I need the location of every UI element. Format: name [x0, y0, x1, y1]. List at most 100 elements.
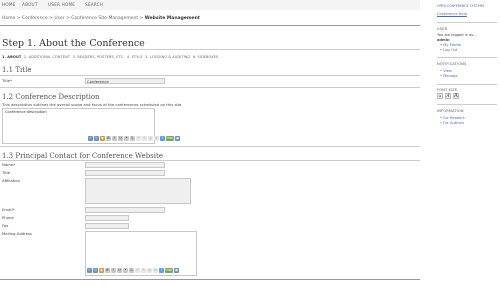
sidebar-for-authors-link[interactable]: • For Authors	[440, 121, 464, 125]
redo-icon[interactable]: ↷	[141, 267, 146, 273]
sidebar-ocs-link[interactable]: OPEN CONFERENCE SYSTEMS	[437, 4, 484, 8]
font-size-medium-button[interactable]: A	[445, 93, 451, 99]
sidebar-divider	[437, 84, 497, 85]
description-editor-value: Conference description	[5, 110, 47, 114]
bold-icon[interactable]: B	[105, 267, 110, 273]
description-editor-toolbar: ✂ ⎘ 📋 B I U • 1. ↶ ↷ ◎ ⊘? HTML ▣	[88, 135, 180, 141]
nav-user-home[interactable]: USER HOME	[48, 2, 75, 7]
help-icon[interactable]: ?	[159, 267, 164, 273]
undo-icon[interactable]: ↶	[135, 267, 140, 273]
step-logging-auditing[interactable]: 5. LOGGING & AUDITING	[145, 55, 190, 59]
sidebar-divider	[437, 104, 497, 105]
nav-search[interactable]: SEARCH	[85, 2, 103, 7]
contact-mailing-address-label: Mailing Address	[2, 231, 32, 236]
title-label: Title*	[2, 78, 13, 83]
copy-icon[interactable]: ⎘	[94, 135, 99, 141]
sidebar-font-size-heading: FONT SIZE	[437, 88, 458, 92]
contact-phone-input[interactable]	[85, 215, 129, 221]
divider	[0, 87, 420, 88]
nav-about[interactable]: ABOUT	[22, 2, 38, 7]
image-icon[interactable]: ▣	[175, 135, 180, 141]
italic-icon[interactable]: I	[111, 267, 116, 273]
sidebar-for-readers-link[interactable]: • For Readers	[440, 116, 465, 120]
undo-icon[interactable]: ↶	[136, 135, 141, 141]
page-title: Step 1. About the Conference	[2, 38, 145, 49]
numbered-list-icon[interactable]: 1.	[129, 267, 134, 273]
font-size-small-button[interactable]: A	[437, 93, 443, 99]
step-navigation: 1. ABOUT 2. ADDITIONAL CONTENT 3. READER…	[2, 55, 218, 59]
divider	[0, 49, 420, 50]
section-description-heading: 1.2 Conference Description	[2, 93, 100, 101]
cut-icon[interactable]: ✂	[88, 135, 93, 141]
sidebar-divider	[437, 57, 497, 58]
mailing-address-editor-toolbar: ✂ ⎘ 📋 B I U • 1. ↶ ↷ ◎ ⊘? HTML ▣	[87, 267, 179, 273]
sidebar-notifications-view-link[interactable]: • View	[440, 69, 452, 73]
nav-home[interactable]: HOME	[2, 2, 16, 7]
divider	[0, 75, 420, 76]
title-input-value: Conference	[87, 79, 109, 84]
divider	[0, 160, 420, 161]
contact-fax-input[interactable]	[85, 223, 129, 229]
unlink-icon[interactable]: ⊘	[154, 135, 159, 141]
divider	[0, 279, 420, 280]
section-title-heading: 1.1 Title	[2, 66, 32, 74]
breadcrumb-current[interactable]: Website Management	[145, 16, 200, 21]
breadcrumb-conference[interactable]: Conference	[22, 16, 48, 21]
breadcrumb-separator: >	[139, 16, 144, 21]
sidebar: OPEN CONFERENCE SYSTEMS Conference Help …	[437, 0, 500, 285]
contact-title-input[interactable]	[85, 170, 165, 176]
sidebar-username: admin	[437, 38, 450, 42]
underline-icon[interactable]: U	[117, 267, 122, 273]
title-input[interactable]: Conference	[85, 78, 165, 84]
divider	[0, 146, 420, 147]
sidebar-my-profile-link[interactable]: • My Profile	[440, 43, 461, 47]
step-about[interactable]: 1. ABOUT	[2, 55, 21, 59]
help-icon[interactable]: ?	[160, 135, 165, 141]
bold-icon[interactable]: B	[106, 135, 111, 141]
contact-email-label: Email*	[2, 207, 15, 212]
step-style[interactable]: 4. STYLE	[127, 55, 143, 59]
numbered-list-icon[interactable]: 1.	[130, 135, 135, 141]
cut-icon[interactable]: ✂	[87, 267, 92, 273]
link-icon[interactable]: ◎	[148, 135, 153, 141]
image-icon[interactable]: ▣	[174, 267, 179, 273]
sidebar-divider	[437, 22, 497, 23]
unlink-icon[interactable]: ⊘	[153, 267, 158, 273]
sidebar-log-out-link[interactable]: • Log Out	[440, 48, 457, 52]
contact-name-label: Name*	[2, 162, 16, 167]
contact-affiliation-input[interactable]	[85, 178, 191, 204]
font-size-large-button[interactable]: A	[453, 93, 459, 99]
contact-fax-label: Fax	[2, 223, 9, 228]
breadcrumb: Home > Conference > User > Conference Si…	[2, 16, 200, 21]
breadcrumb-separator: >	[49, 16, 53, 21]
link-icon[interactable]: ◎	[147, 267, 152, 273]
underline-icon[interactable]: U	[118, 135, 123, 141]
html-icon[interactable]: HTML	[165, 267, 173, 273]
contact-email-input[interactable]	[85, 207, 165, 213]
step-sideboxes[interactable]: 6. SIDEBOXES	[193, 55, 219, 59]
sidebar-user-heading: USER	[437, 27, 448, 31]
contact-name-input[interactable]	[85, 162, 165, 168]
copy-icon[interactable]: ⎘	[93, 267, 98, 273]
breadcrumb-site-management[interactable]: Conference Site Management	[71, 16, 138, 21]
breadcrumb-user[interactable]: User	[54, 16, 64, 21]
html-icon[interactable]: HTML	[166, 135, 174, 141]
sidebar-logged-in-text: You are logged in as...	[437, 33, 477, 37]
sidebar-notifications-heading: NOTIFICATIONS	[437, 62, 467, 66]
divider	[0, 25, 420, 26]
bullet-list-icon[interactable]: •	[123, 267, 128, 273]
step-additional-content[interactable]: 2. ADDITIONAL CONTENT	[24, 55, 70, 59]
top-navigation: HOME ABOUT USER HOME SEARCH	[0, 0, 420, 10]
sidebar-conference-help-link[interactable]: Conference Help	[437, 12, 467, 16]
bullet-list-icon[interactable]: •	[124, 135, 129, 141]
contact-title-label: Title	[2, 170, 11, 175]
italic-icon[interactable]: I	[112, 135, 117, 141]
breadcrumb-home[interactable]: Home	[2, 16, 15, 21]
redo-icon[interactable]: ↷	[142, 135, 147, 141]
contact-phone-label: Phone	[2, 215, 14, 220]
paste-icon[interactable]: 📋	[99, 267, 104, 273]
sidebar-notifications-manage-link[interactable]: • Manage	[440, 74, 458, 78]
step-readers-posters[interactable]: 3. READERS, POSTERS, ETC.	[73, 55, 125, 59]
sidebar-information-heading: INFORMATION	[437, 109, 464, 113]
paste-icon[interactable]: 📋	[100, 135, 105, 141]
